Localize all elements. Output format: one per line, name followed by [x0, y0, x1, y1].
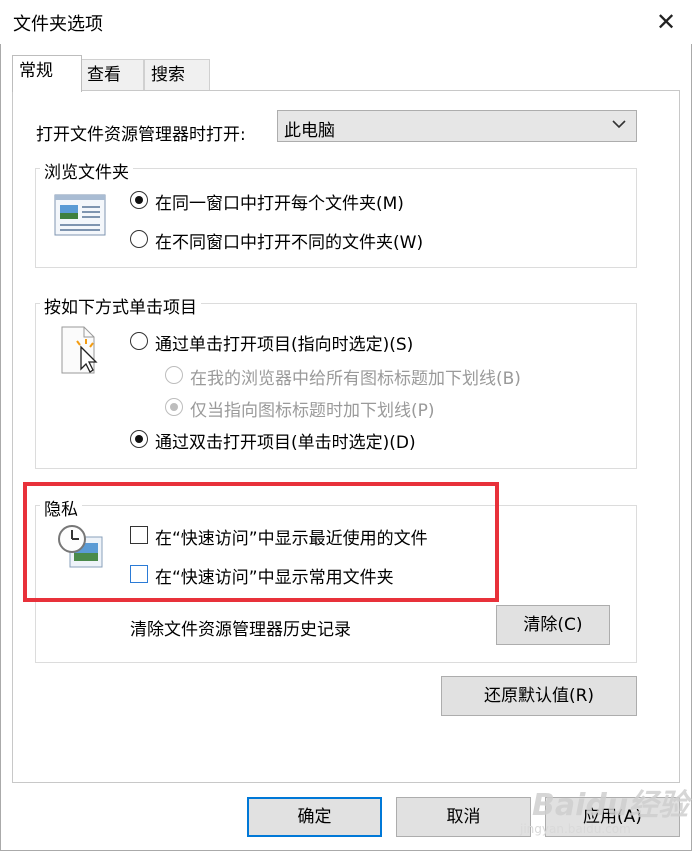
radio-underline-hover-label: 仅当指向图标标题时加下划线(P) [190, 401, 435, 421]
folder-window-icon [54, 194, 106, 236]
tab-general[interactable]: 常规 [12, 55, 82, 92]
window-title: 文件夹选项 [13, 14, 103, 35]
baidu-watermark: Baidu经验 [532, 788, 689, 823]
browse-folders-legend: 浏览文件夹 [40, 158, 133, 183]
ok-button[interactable]: 确定 [247, 797, 382, 837]
radio-underline-hover[interactable] [165, 398, 183, 416]
tab-label: 搜索 [151, 65, 185, 85]
radio-new-window[interactable] [130, 230, 148, 248]
tab-label: 查看 [87, 65, 121, 85]
tab-view[interactable]: 查看 [80, 59, 144, 91]
tab-search[interactable]: 搜索 [144, 59, 210, 91]
restore-defaults-button[interactable]: 还原默认值(R) [441, 676, 637, 716]
cancel-button[interactable]: 取消 [396, 797, 531, 837]
highlight-box [23, 482, 499, 602]
clear-button[interactable]: 清除(C) [496, 605, 610, 645]
pointer-click-icon [61, 326, 98, 374]
radio-same-window[interactable] [130, 191, 148, 209]
chevron-down-icon [612, 120, 626, 129]
radio-single-click[interactable] [130, 332, 148, 350]
open-explorer-label: 打开文件资源管理器时打开: [36, 125, 246, 145]
open-explorer-select[interactable]: 此电脑 [277, 110, 637, 142]
watermark-url: jingyan.baidu.com [520, 822, 631, 836]
radio-underline-all-label: 在我的浏览器中给所有图标标题加下划线(B) [190, 369, 521, 389]
radio-underline-all[interactable] [165, 366, 183, 384]
radio-double-click-label: 通过双击打开项目(单击时选定)(D) [155, 433, 416, 453]
tab-label: 常规 [19, 61, 53, 81]
radio-single-click-label: 通过单击打开项目(指向时选定)(S) [155, 335, 414, 355]
title-bar: 文件夹选项 ✕ [0, 0, 692, 44]
radio-double-click[interactable] [130, 430, 148, 448]
browse-folders-group [35, 168, 637, 268]
radio-new-window-label: 在不同窗口中打开不同的文件夹(W) [155, 233, 424, 253]
radio-same-window-label: 在同一窗口中打开每个文件夹(M) [155, 194, 404, 214]
close-icon[interactable]: ✕ [646, 4, 686, 40]
select-value: 此电脑 [284, 121, 335, 141]
clear-history-label: 清除文件资源管理器历史记录 [130, 620, 351, 640]
click-items-legend: 按如下方式单击项目 [40, 293, 201, 318]
